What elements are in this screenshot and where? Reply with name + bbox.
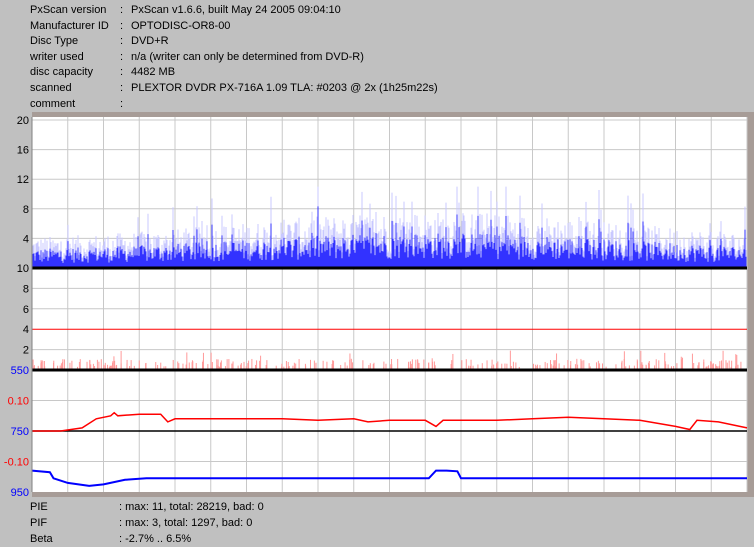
summary-value: : max: 3, total: 1297, bad: 0 [119,517,253,529]
pie-tick-label: 10 [17,263,29,275]
info-label: disc capacity [30,66,93,79]
pie-tick-label: 4 [23,233,29,245]
beta-tick-label: 0.10 [8,396,29,408]
scan-summary-panel: PIE : max: 11, total: 28219, bad: 0 PIF : m… [0,497,754,547]
info-label: Disc Type [30,35,79,48]
pif-tick-label: 4 [23,324,29,336]
info-separator: : [120,66,124,79]
info-label: writer used [30,50,84,63]
info-label: PxScan version [30,4,107,16]
info-value: 4482 MB [131,66,176,79]
jitter-tick-label: 550 [11,365,29,377]
info-value: PLEXTOR DVDR PX-716A 1.09 TLA: #0203 @ 2… [131,82,438,94]
beta-tick-label: -0.10 [4,457,29,469]
jitter-tick-label: 750 [11,426,29,438]
info-separator: : [120,19,124,32]
info-label: scanned [30,82,72,94]
pie-tick-label: 8 [23,204,29,216]
scan-chart: 20 16 12 8 4 10 8 6 4 2 550 750 950 0.10 -0.10 [0,112,748,497]
info-label: Manufacturer ID [30,19,109,32]
info-value: n/a (writer can only be determined from … [131,50,364,63]
pif-tick-label: 8 [23,283,29,295]
scan-info-panel: PxScan version: PxScan v1.6.6, built May … [0,0,754,112]
pie-tick-label: 20 [17,115,29,127]
jitter-tick-label: 950 [11,487,29,497]
info-value: PxScan v1.6.6, built May 24 2005 09:04:1… [131,4,341,16]
info-separator: : [120,82,124,94]
pie-tick-label: 16 [17,145,29,157]
info-separator: : [120,97,124,110]
summary-label: PIE [30,501,48,513]
info-label: comment [30,97,76,110]
info-value: DVD+R [131,35,169,48]
info-separator: : [120,50,124,63]
summary-value: : -2.7% .. 6.5% [119,533,192,545]
pif-tick-label: 2 [23,345,29,357]
summary-label: Beta [30,533,53,545]
info-separator: : [120,35,124,48]
pie-tick-label: 12 [17,174,29,186]
info-separator: : [120,4,124,16]
pif-tick-label: 6 [23,304,29,316]
summary-value: : max: 11, total: 28219, bad: 0 [119,501,264,513]
info-value: OPTODISC-OR8-00 [131,19,231,32]
summary-label: PIF [30,517,48,529]
